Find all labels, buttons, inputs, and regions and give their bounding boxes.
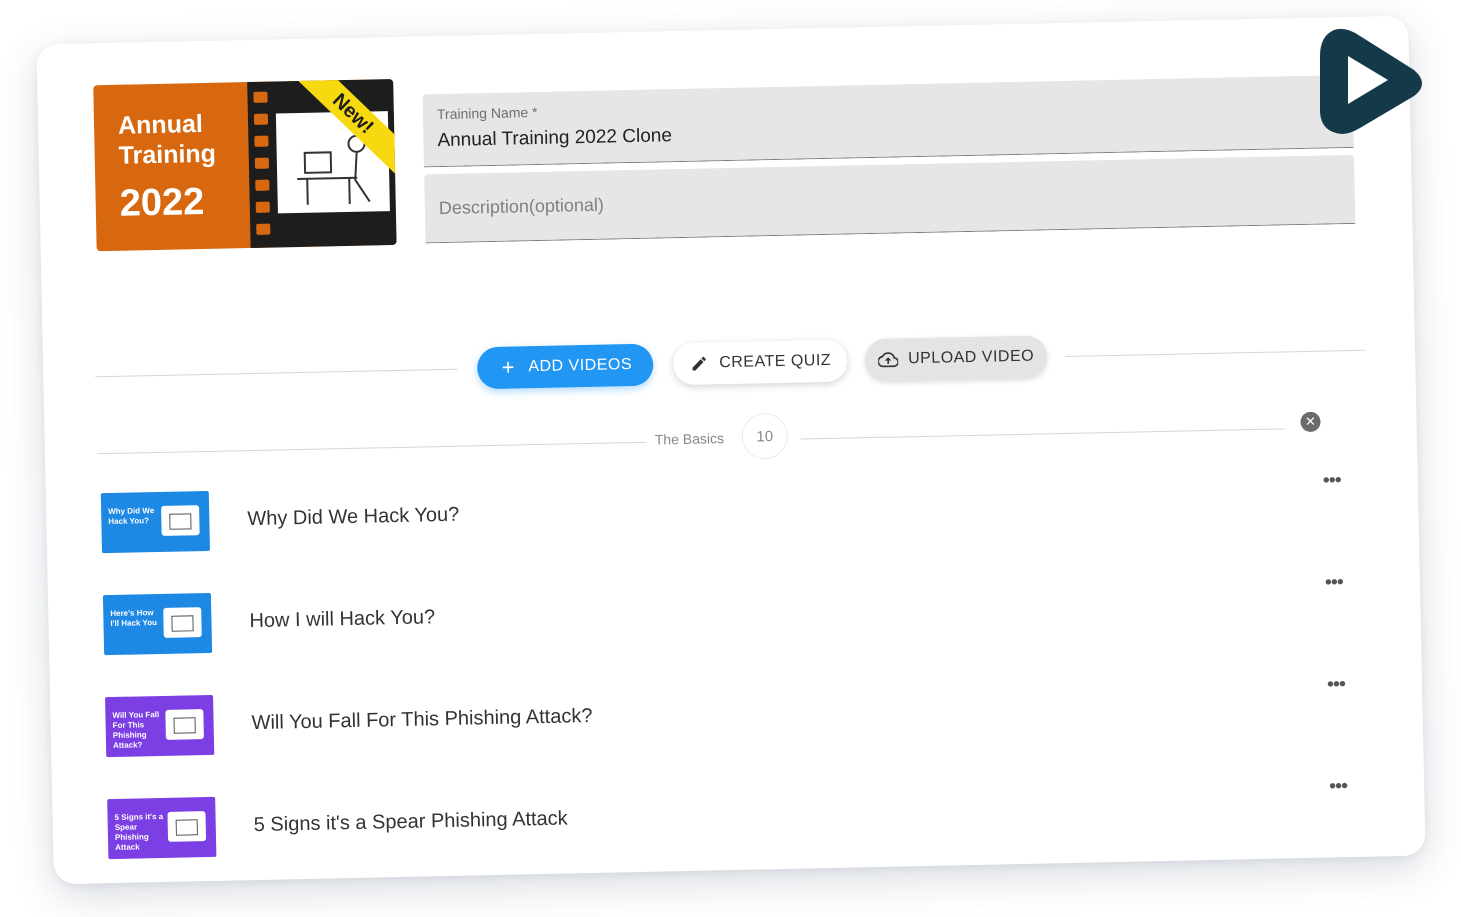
video-thumbnail-text: Here's How I'll Hack You [110,608,158,629]
cloud-upload-icon [877,349,899,369]
divider [800,428,1285,440]
video-row[interactable]: Why Did We Hack You? Why Did We Hack You… [100,467,1342,557]
section-video-count: 10 [741,412,789,460]
training-name-label: Training Name * [436,103,538,123]
video-title: Will You Fall For This Phishing Attack? [251,704,593,735]
thumbnail-year: 2022 [119,180,205,225]
close-icon[interactable]: ✕ [1300,411,1321,433]
video-thumbnail: Why Did We Hack You? [100,490,210,554]
training-name-input[interactable]: Annual Training 2022 Clone [437,125,672,152]
video-title: How I will Hack You? [249,606,436,633]
description-field[interactable]: Description(optional) [424,154,1356,244]
create-quiz-button[interactable]: CREATE QUIZ [672,339,848,386]
upload-video-label: UPLOAD VIDEO [907,347,1035,368]
video-thumbnail: Here's How I'll Hack You [102,592,213,656]
pencil-icon [689,353,709,373]
video-row[interactable]: 5 Signs it's a Spear Phishing Attack 5 S… [107,773,1348,863]
plus-icon: + [501,354,516,380]
section-title: The Basics [654,430,725,448]
training-thumbnail[interactable]: Annual Training 2022 New! [93,78,397,252]
video-thumbnail: 5 Signs it's a Spear Phishing Attack [107,796,217,860]
divider [96,441,647,455]
video-illustration-icon [165,709,204,740]
more-options-icon[interactable]: ••• [1325,571,1343,594]
divider [1065,349,1366,357]
thumbnail-title: Annual Training [117,109,217,170]
upload-video-button[interactable]: UPLOAD VIDEO [864,335,1048,382]
video-illustration-icon [161,505,200,536]
video-illustration-icon [163,607,202,638]
more-options-icon[interactable]: ••• [1327,673,1345,696]
video-illustration-icon [167,811,207,842]
video-title: 5 Signs it's a Spear Phishing Attack [253,807,568,837]
video-thumbnail-text: Will You Fall For This Phishing Attack? [112,710,160,751]
add-videos-button[interactable]: + ADD VIDEOS [476,343,654,390]
video-thumbnail: Will You Fall For This Phishing Attack? [105,694,215,758]
more-options-icon[interactable]: ••• [1329,775,1347,798]
training-editor-card: Annual Training 2022 New! Training Name … [36,15,1426,885]
video-thumbnail-text: Why Did We Hack You? [108,506,155,527]
create-quiz-label: CREATE QUIZ [719,351,832,372]
video-row[interactable]: Here's How I'll Hack You How I will Hack… [102,569,1344,659]
video-thumbnail-text: 5 Signs it's a Spear Phishing Attack [114,811,164,852]
more-options-icon[interactable]: ••• [1323,469,1341,492]
play-logo-icon [1310,16,1434,144]
video-row[interactable]: Will You Fall For This Phishing Attack? … [105,671,1346,761]
video-title: Why Did We Hack You? [247,503,460,531]
add-videos-label: ADD VIDEOS [528,356,633,376]
divider [95,368,458,378]
description-input[interactable]: Description(optional) [439,195,604,219]
training-name-field[interactable]: Training Name * Annual Training 2022 Clo… [422,74,1354,168]
